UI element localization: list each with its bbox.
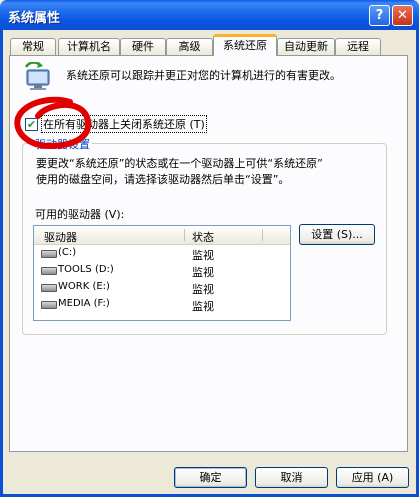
- drive-status: 监视: [192, 266, 214, 279]
- drive-settings-group-label: 驱动器设置: [33, 136, 92, 152]
- hard-drive-icon: [41, 284, 57, 292]
- window-frame-left: [0, 30, 3, 497]
- tab-label: 自动更新: [284, 40, 328, 53]
- column-separator[interactable]: [262, 229, 263, 241]
- column-header-drive[interactable]: 驱动器: [44, 229, 77, 245]
- window-title: 系统属性: [8, 11, 61, 26]
- description-line-2: 使用的磁盘空间，请选择该驱动器然后单击“设置”。: [36, 173, 290, 186]
- cancel-button[interactable]: 取消: [255, 467, 328, 488]
- hard-drive-icon: [41, 267, 57, 275]
- system-restore-icon: [24, 62, 50, 90]
- ok-button[interactable]: 确定: [174, 467, 247, 488]
- tab-label: 系统还原: [223, 39, 267, 52]
- list-item[interactable]: (C:) 监视: [34, 245, 290, 262]
- drive-name: TOOLS (D:): [58, 264, 114, 275]
- available-drives-label: 可用的驱动器 (V):: [35, 208, 125, 221]
- tab-label: 常规: [22, 40, 44, 53]
- drive-name: WORK (E:): [58, 281, 110, 292]
- tab-general[interactable]: 常规: [10, 38, 56, 55]
- hard-drive-icon: [41, 301, 57, 309]
- drive-name: MEDIA (F:): [58, 298, 110, 309]
- drive-settings-description: 要更改“系统还原”的状态或在一个驱动器上可供“系统还原” 使用的磁盘空间，请选择…: [36, 156, 376, 188]
- close-button[interactable]: ✕: [392, 5, 413, 26]
- drive-status: 监视: [192, 300, 214, 313]
- list-item[interactable]: WORK (E:) 监视: [34, 279, 290, 296]
- tab-system-restore[interactable]: 系统还原: [213, 34, 277, 56]
- settings-button[interactable]: 设置 (S)...: [299, 224, 375, 245]
- close-icon: ✕: [397, 8, 408, 23]
- tab-label: 计算机名: [67, 40, 111, 53]
- list-header: 驱动器 状态: [34, 226, 290, 245]
- tab-advanced[interactable]: 高级: [166, 38, 213, 55]
- disable-restore-checkbox[interactable]: ✔: [25, 117, 38, 131]
- tab-remote[interactable]: 远程: [335, 38, 381, 55]
- apply-button[interactable]: 应用 (A): [336, 467, 409, 488]
- column-separator[interactable]: [184, 229, 185, 241]
- tab-label: 硬件: [132, 40, 154, 53]
- hard-drive-icon: [41, 250, 57, 258]
- disable-restore-checkbox-row[interactable]: ✔ 在所有驱动器上关闭系统还原 (T): [25, 115, 207, 133]
- tab-automatic-updates[interactable]: 自动更新: [277, 38, 335, 55]
- drive-name: (C:): [58, 247, 77, 258]
- tab-hardware[interactable]: 硬件: [120, 38, 166, 55]
- help-icon: ?: [375, 8, 384, 23]
- tab-label: 远程: [347, 40, 369, 53]
- column-header-status[interactable]: 状态: [192, 229, 214, 245]
- list-item[interactable]: MEDIA (F:) 监视: [34, 296, 290, 313]
- title-bar[interactable]: 系统属性 ? ✕: [0, 0, 419, 30]
- drives-list[interactable]: 驱动器 状态 (C:) 监视 TOOLS (D:) 监视 WORK (E:) 监…: [33, 225, 291, 321]
- description-line-1: 要更改“系统还原”的状态或在一个驱动器上可供“系统还原”: [36, 157, 323, 170]
- list-item[interactable]: TOOLS (D:) 监视: [34, 262, 290, 279]
- tab-computer-name[interactable]: 计算机名: [58, 38, 120, 55]
- drive-status: 监视: [192, 249, 214, 262]
- info-text: 系统还原可以跟踪并更正对您的计算机进行的有害更改。: [66, 69, 341, 82]
- drive-status: 监视: [192, 283, 214, 296]
- help-button[interactable]: ?: [369, 5, 390, 26]
- tab-label: 高级: [178, 40, 201, 53]
- disable-restore-label[interactable]: 在所有驱动器上关闭系统还原 (T): [41, 115, 207, 133]
- checkmark-icon: ✔: [26, 117, 37, 131]
